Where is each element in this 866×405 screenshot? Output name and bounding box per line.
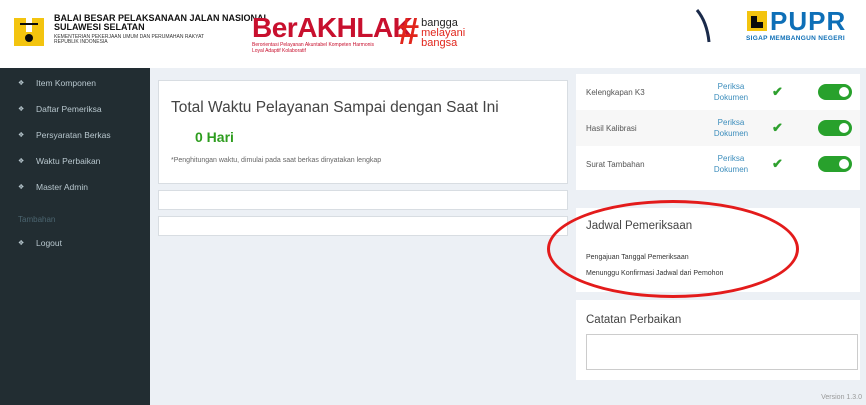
sidebar-item-label: Logout [36, 238, 62, 248]
notes-title: Catatan Perbaikan [586, 314, 682, 326]
check-icon: ✔ [772, 84, 783, 99]
page-header: BALAI BESAR PELAKSANAAN JALAN NASIONAL S… [0, 0, 866, 68]
total-time-title: Total Waktu Pelayanan Sampai dengan Saat… [171, 99, 499, 116]
notes-textarea[interactable] [586, 334, 858, 370]
empty-panel [158, 216, 568, 236]
pupr-text: PUPR [770, 6, 847, 36]
sidebar-item-komponen[interactable]: ❖ Item Komponen [0, 70, 150, 96]
swoosh-icon [695, 9, 711, 43]
bangga-word3: bangsa [421, 37, 458, 49]
link-line1: Periksa [717, 154, 745, 163]
home-icon: ❖ [18, 240, 25, 247]
home-icon: ❖ [18, 80, 25, 87]
pu-logo-icon [8, 8, 50, 52]
document-row: Surat Tambahan Periksa Dokumen ✔ [576, 146, 860, 182]
institution-line2: SULAWESI SELATAN [54, 22, 145, 33]
bangga-melayani-logo: # bangga melayani bangsa [398, 11, 465, 53]
home-icon: ❖ [18, 184, 25, 191]
link-line1: Periksa [717, 82, 745, 91]
home-icon: ❖ [18, 132, 25, 139]
check-icon: ✔ [772, 156, 783, 171]
highlight-annotation [547, 200, 799, 298]
sidebar-item-label: Daftar Pemeriksa [36, 104, 102, 114]
hash-icon: # [398, 11, 420, 53]
pupr-logo: PUPR SIGAP MEMBANGUN NEGERI [746, 8, 846, 42]
home-icon: ❖ [18, 158, 25, 165]
status-toggle[interactable] [818, 84, 852, 100]
empty-panel [158, 190, 568, 210]
sidebar-item-waktu[interactable]: ❖ Waktu Perbaikan [0, 148, 150, 174]
status-toggle[interactable] [818, 156, 852, 172]
document-label: Hasil Kalibrasi [586, 123, 637, 133]
total-time-value: 0 Hari [195, 129, 234, 145]
document-label: Surat Tambahan [586, 159, 645, 169]
sidebar-item-logout[interactable]: ❖ Logout [0, 230, 150, 256]
sidebar-item-label: Waktu Perbaikan [36, 156, 101, 166]
berakhlak-tagline: Berorientasi Pelayanan Akuntabel Kompete… [252, 42, 375, 54]
sidebar-item-label: Master Admin [36, 182, 88, 192]
institution-line4: REPUBLIK INDONESIA [54, 39, 108, 46]
check-document-link[interactable]: Periksa Dokumen [696, 153, 766, 175]
link-line2: Dokumen [713, 129, 749, 138]
status-toggle[interactable] [818, 120, 852, 136]
berakhlak-logo: BerAKHLAK Berorientasi Pelayanan Akuntab… [252, 12, 413, 55]
check-document-link[interactable]: Periksa Dokumen [696, 81, 766, 103]
check-icon: ✔ [772, 120, 783, 135]
pupr-emblem-icon [747, 11, 767, 31]
document-row: Hasil Kalibrasi Periksa Dokumen ✔ [576, 110, 860, 146]
document-row: Kelengkapan K3 Periksa Dokumen ✔ [576, 74, 860, 110]
link-line2: Dokumen [713, 93, 749, 102]
sidebar-item-persyaratan[interactable]: ❖ Persyaratan Berkas [0, 122, 150, 148]
sidebar-item-label: Persyaratan Berkas [36, 130, 111, 140]
pupr-tagline: SIGAP MEMBANGUN NEGERI [746, 35, 845, 42]
version-label: Version 1.3.0 [821, 394, 862, 401]
sidebar-item-pemeriksa[interactable]: ❖ Daftar Pemeriksa [0, 96, 150, 122]
sidebar-section-header: Tambahan [18, 214, 56, 224]
total-time-card: Total Waktu Pelayanan Sampai dengan Saat… [158, 80, 568, 184]
institution-name: BALAI BESAR PELAKSANAAN JALAN NASIONAL S… [54, 13, 269, 46]
sidebar-item-master[interactable]: ❖ Master Admin [0, 174, 150, 200]
sidebar: ❖ Item Komponen ❖ Daftar Pemeriksa ❖ Per… [0, 68, 150, 405]
document-check-card: Kelengkapan K3 Periksa Dokumen ✔ Hasil K… [576, 74, 860, 190]
home-icon: ❖ [18, 106, 25, 113]
check-document-link[interactable]: Periksa Dokumen [696, 117, 766, 139]
notes-card: Catatan Perbaikan [576, 300, 860, 380]
sidebar-item-label: Item Komponen [36, 78, 97, 88]
total-time-note: *Penghitungan waktu, dimulai pada saat b… [171, 157, 382, 164]
link-line2: Dokumen [713, 165, 749, 174]
document-label: Kelengkapan K3 [586, 87, 645, 97]
link-line1: Periksa [717, 118, 745, 127]
berakhlak-title: BerAKHLAK [252, 12, 413, 43]
